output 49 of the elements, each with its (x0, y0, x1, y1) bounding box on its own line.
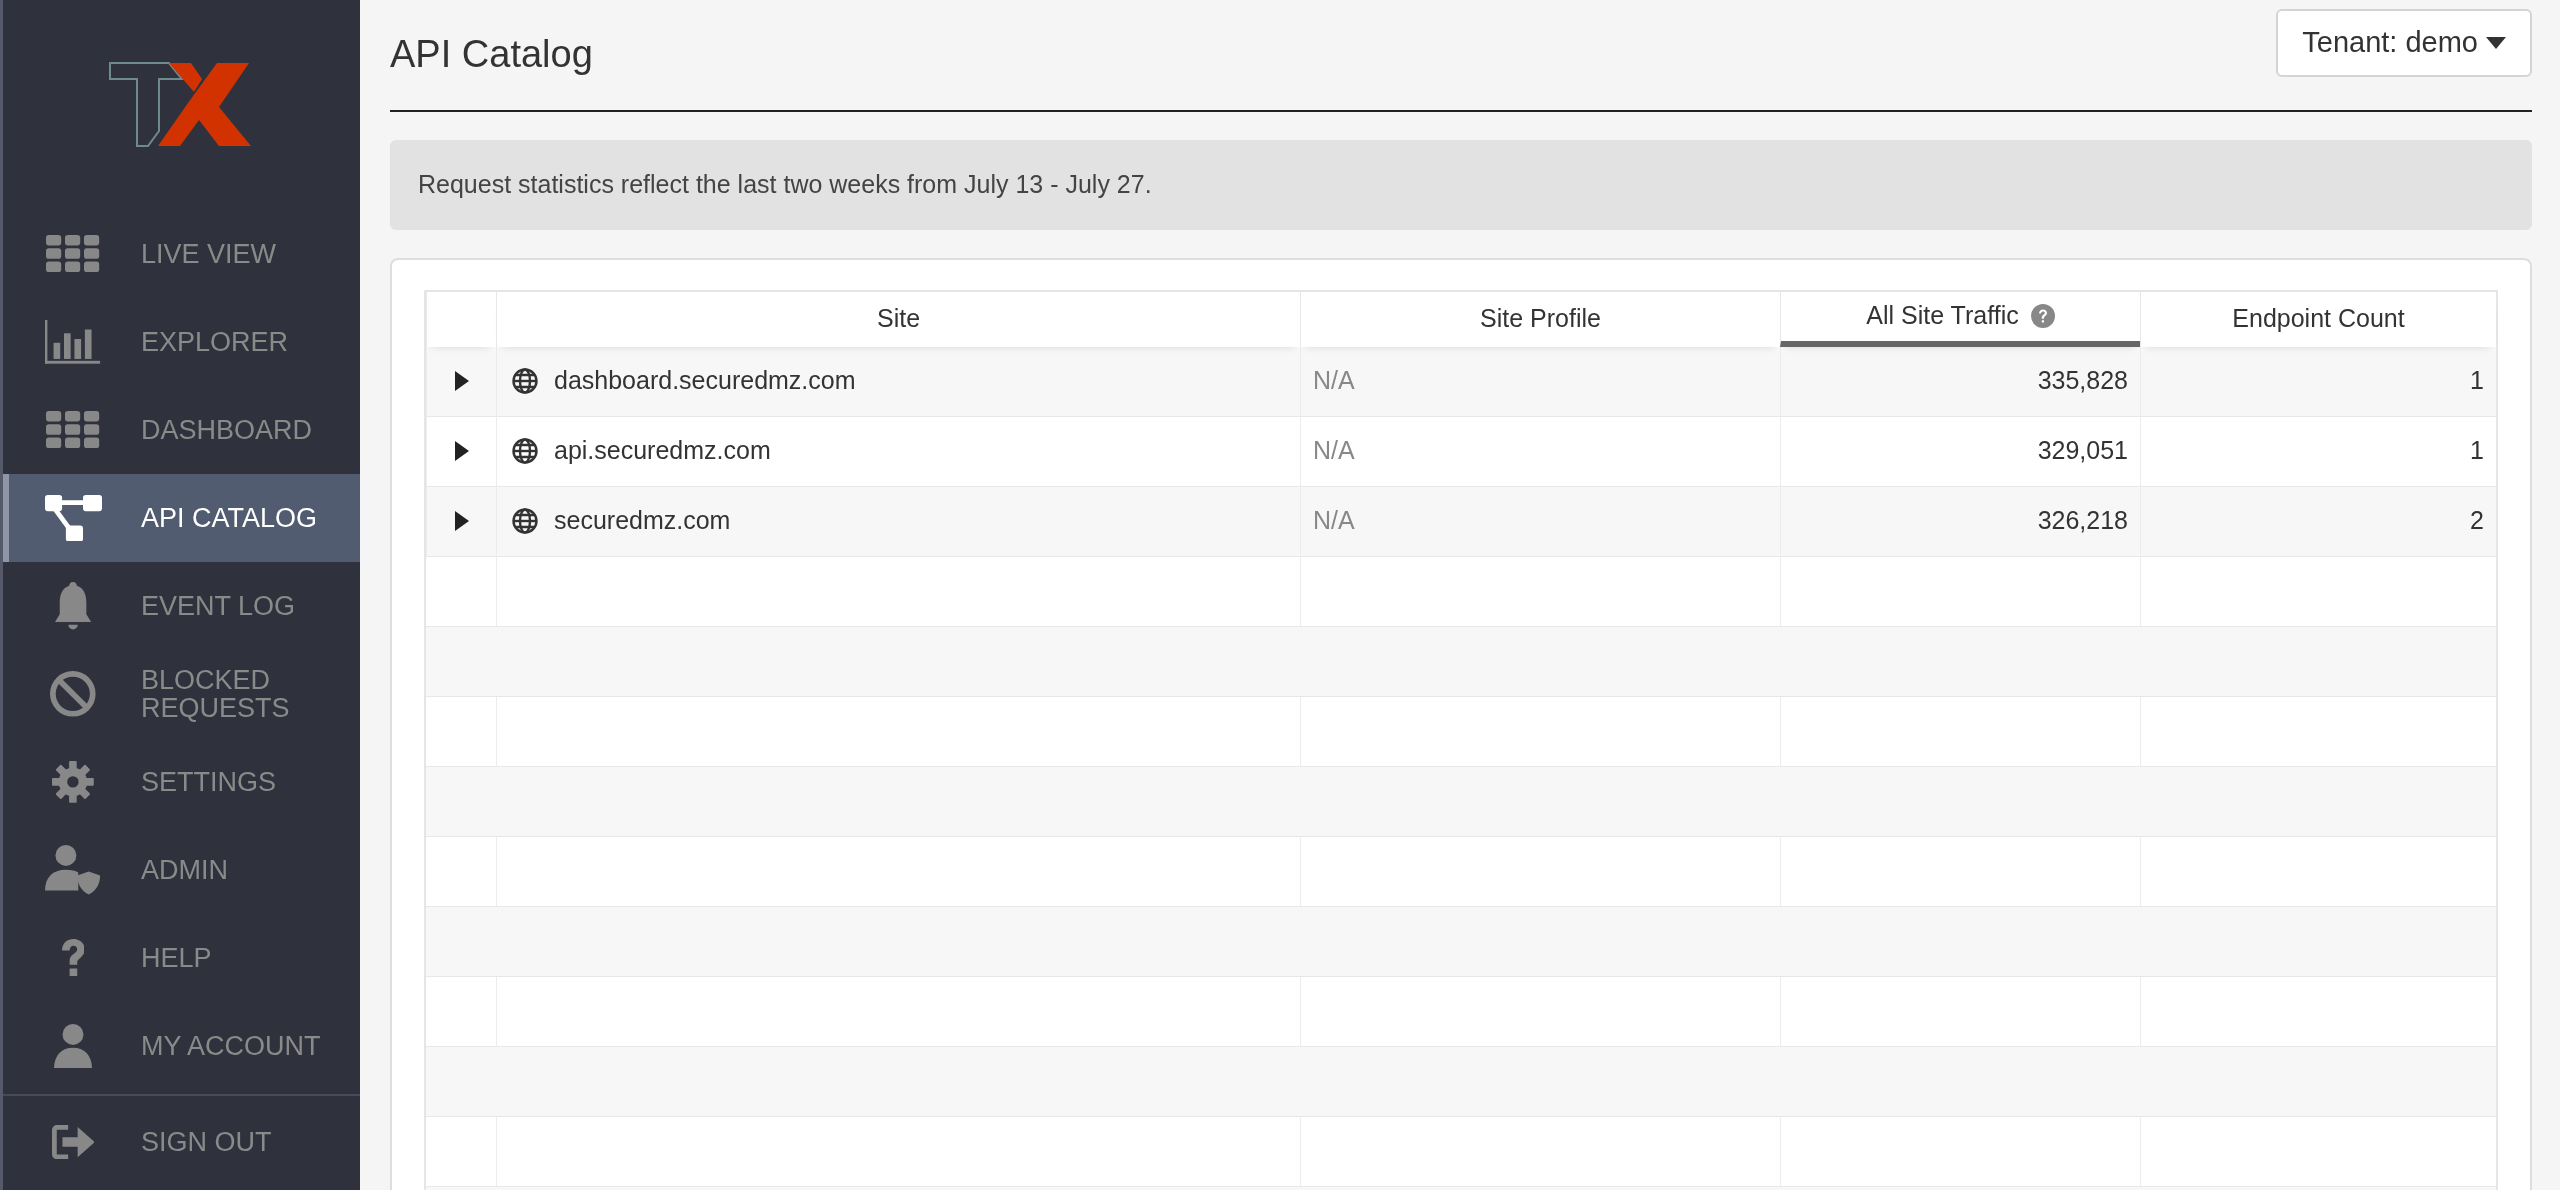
site-link[interactable]: api.securedmz.com (554, 432, 771, 470)
nav-item[interactable]: EXPLORER (3, 298, 360, 386)
settings-icon (52, 761, 94, 803)
grid-icon (46, 235, 100, 273)
table-cell-text: 1 (2470, 365, 2484, 397)
bar-chart-icon (45, 320, 101, 364)
column-header[interactable]: Site Profile (1300, 291, 1780, 347)
nav-item[interactable]: MY ACCOUNT (3, 1002, 360, 1090)
globe-icon (512, 438, 538, 464)
caret-icon (453, 371, 470, 391)
nav-item[interactable]: SETTINGS (3, 738, 360, 826)
tenant-dropdown[interactable]: Tenant: demo (2276, 9, 2532, 77)
info-banner: Request statistics reflect the last two weeks from July 13 - July 27. (390, 140, 2532, 230)
caret-icon (453, 441, 470, 461)
logo-icon (109, 62, 254, 148)
table-cell-text: 1 (2470, 435, 2484, 467)
nav-item[interactable]: LIVE VIEW (3, 210, 360, 298)
nav-item[interactable]: ADMIN (3, 826, 360, 914)
table-cell-text: N/A (1313, 435, 1355, 467)
hierarchy-icon (44, 494, 102, 542)
column-header[interactable]: All Site Traffic (1780, 291, 2140, 347)
caret-icon (453, 511, 470, 531)
table-cell-text: 335,828 (2037, 365, 2128, 397)
help-icon[interactable] (2030, 304, 2055, 328)
nav-item[interactable]: API CATALOG (3, 474, 360, 562)
page-title: API Catalog (390, 32, 593, 78)
nav-item[interactable]: HELP (3, 914, 360, 1002)
nav-item[interactable]: EVENT LOG (3, 562, 360, 650)
bell-icon (54, 582, 92, 630)
globe-icon (512, 508, 538, 534)
table-cell-text: 2 (2470, 505, 2484, 537)
caret-icon (2486, 37, 2506, 49)
table-cell-text: N/A (1313, 505, 1355, 537)
user-shield-icon (45, 845, 101, 895)
user-icon (54, 1023, 92, 1069)
table-cell-text: 326,218 (2037, 505, 2128, 537)
table-cell-text: N/A (1313, 365, 1355, 397)
blocked-icon (50, 671, 96, 717)
column-header[interactable]: Site (496, 291, 1300, 347)
globe-icon (512, 368, 538, 394)
help-icon (61, 939, 85, 977)
table-cell-text: 329,051 (2037, 435, 2128, 467)
site-link[interactable]: securedmz.com (554, 502, 731, 540)
column-header[interactable]: Endpoint Count (2140, 291, 2496, 347)
sign-out-icon (51, 1124, 95, 1160)
grid-icon (46, 411, 100, 449)
nav-item[interactable]: SIGN OUT (3, 1096, 360, 1188)
nav-item[interactable]: DASHBOARD (3, 386, 360, 474)
nav-item[interactable]: BLOCKED REQUESTS (3, 650, 360, 738)
